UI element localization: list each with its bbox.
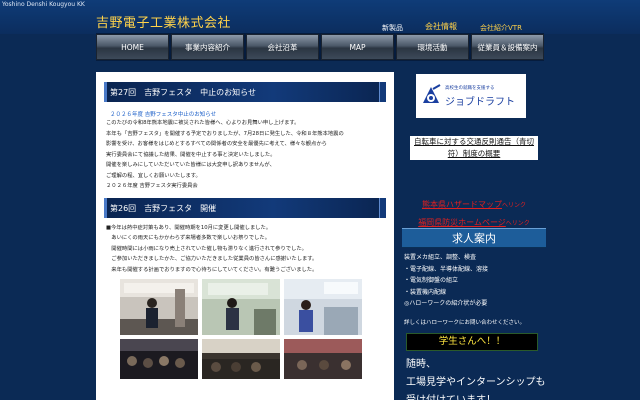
festa-photo-crowd-3[interactable] <box>284 339 362 379</box>
news-heading: ２０２６年度 吉野フェスタ中止のお知らせ <box>110 112 217 118</box>
company-video-link[interactable]: 会社紹介VTR <box>480 23 522 33</box>
company-info-link[interactable]: 会社情報 <box>425 21 457 32</box>
notice-line: 影響を受け、お客様をはじめとするすべての関係者の安全を最優先に考えて、様々な観点… <box>106 141 327 147</box>
student-banner[interactable]: 学生さんへ！！ <box>406 333 538 351</box>
festa-photo-row-2 <box>120 339 394 379</box>
section-title-festa-cancel: 第27回 吉野フェスタ 中止のお知らせ <box>104 82 386 102</box>
student-message-line: 随時、 <box>406 359 436 370</box>
recruit-note: 詳しくはハローワークにお問い合わせください。 <box>404 320 526 326</box>
notice-line: 開催を楽しみにしていただいていた皆様には大変申し訳ありませんが、 <box>106 162 275 168</box>
recruit-item: ・電気制御盤の組立 <box>404 277 459 285</box>
new-products-link[interactable]: 新製品 <box>382 23 403 33</box>
site-header: Yoshino Denshi Kougyou KK 吉野電子工業株式会社 新製品… <box>0 0 640 34</box>
festa-photo-speaker-1[interactable] <box>120 279 198 335</box>
nav-employees-equipment[interactable]: 従業員＆設備案内 <box>471 34 544 60</box>
section-title-festa-held: 第26回 吉野フェスタ 開催 <box>104 197 386 218</box>
student-message-line: 受け付けています！ <box>406 392 546 400</box>
festa-photo-speaker-2[interactable] <box>202 279 280 335</box>
festa-report-line: ■今年は熱中症対策もあり、開催時期を10月に変更し開催しました。 <box>106 224 272 231</box>
company-logo-text[interactable]: 吉野電子工業株式会社 <box>96 12 231 31</box>
fukuoka-disaster-link[interactable]: 福岡県防災ホームページへリンク <box>402 210 546 229</box>
sidebar: 高校生の就職を支援する ジョブドラフト 自転車に対する交通反則通告（青切符）制度… <box>402 64 546 400</box>
festa-photo-crowd-1[interactable] <box>120 339 198 379</box>
notice-signature: ２０２６年度 吉野フェスタ実行委員会 <box>106 183 198 189</box>
festa-report-line: 開催時間には小雨になり売上されていた催し物も滞りなく進行されて参りでした。 <box>106 245 307 252</box>
notice-line: 本年も「吉野フェスタ」を開催する予定でおりましたが、7月28日に発生した、令和８… <box>106 130 344 137</box>
job-draft-tagline: 高校生の就職を支援する <box>445 85 495 91</box>
recruit-item: 装置メカ組立、調整、検査 <box>404 254 477 261</box>
nav-business[interactable]: 事業内容紹介 <box>171 34 244 60</box>
company-romaji: Yoshino Denshi Kougyou KK <box>2 1 85 8</box>
recruit-title: 求人案内 <box>402 228 546 248</box>
nav-history[interactable]: 会社沿革 <box>246 34 319 60</box>
job-draft-banner[interactable]: 高校生の就職を支援する ジョブドラフト <box>416 74 526 118</box>
bicycle-ticket-link[interactable]: 自転車に対する交通反則通告（青切符）制度の概要 <box>402 136 546 160</box>
festa-report-line: 来年も開催する計画でおりますので心待ちにしていてください。有難うございました。 <box>106 266 318 273</box>
student-message-line: 工場見学やインターンシップも <box>406 377 546 388</box>
kumamoto-hazard-map-link[interactable]: 熊本県ハザードマップへリンク <box>402 192 546 211</box>
festa-photo-crowd-2[interactable] <box>202 339 280 379</box>
nav-map[interactable]: MAP <box>321 34 394 60</box>
notice-line: 実行委員会にて協議した結果、開催を中止する事と決定いたしました。 <box>106 151 276 158</box>
job-draft-brand: ジョブドラフト <box>445 96 515 108</box>
festa-photo-speaker-3[interactable] <box>284 279 362 335</box>
nav-environment[interactable]: 環境活動 <box>396 34 469 60</box>
festa-photo-row <box>120 279 394 335</box>
recruit-list: 装置メカ組立、調整、検査 ・電子配線、半導体配線、溶接 ・電気制御盤の組立 ・装… <box>404 252 488 310</box>
recruit-item: ・電子配線、半導体配線、溶接 <box>404 265 489 273</box>
notice-line: このたびの令和8年熊本地震に被災された皆様へ、心よりお見舞い申し上げます。 <box>106 120 300 126</box>
recruit-item: ◎ハローワークの紹介状が必要 <box>404 300 488 308</box>
nav-home[interactable]: HOME <box>96 34 169 60</box>
festa-report-line: ご参加いただきましたかた、ご協力いただきました従業員の皆さんに感謝いたします。 <box>106 256 318 262</box>
job-draft-logo-icon <box>423 84 441 103</box>
student-message: 随時、 工場見学やインターンシップも 受け付けています！ <box>406 356 546 400</box>
main-content: 第27回 吉野フェスタ 中止のお知らせ ２０２６年度 吉野フェスタ中止のお知らせ… <box>96 72 394 400</box>
recruit-item: ・装置機内配線 <box>404 288 447 296</box>
festa-report-line: あいにくの雨天にもかかわらず来場者多数で楽しいお祭りでした。 <box>106 235 270 241</box>
notice-line: ご理解の程、宜しくお願いいたします。 <box>106 172 201 179</box>
main-nav: HOME 事業内容紹介 会社沿革 MAP 環境活動 従業員＆設備案内 <box>96 33 544 61</box>
